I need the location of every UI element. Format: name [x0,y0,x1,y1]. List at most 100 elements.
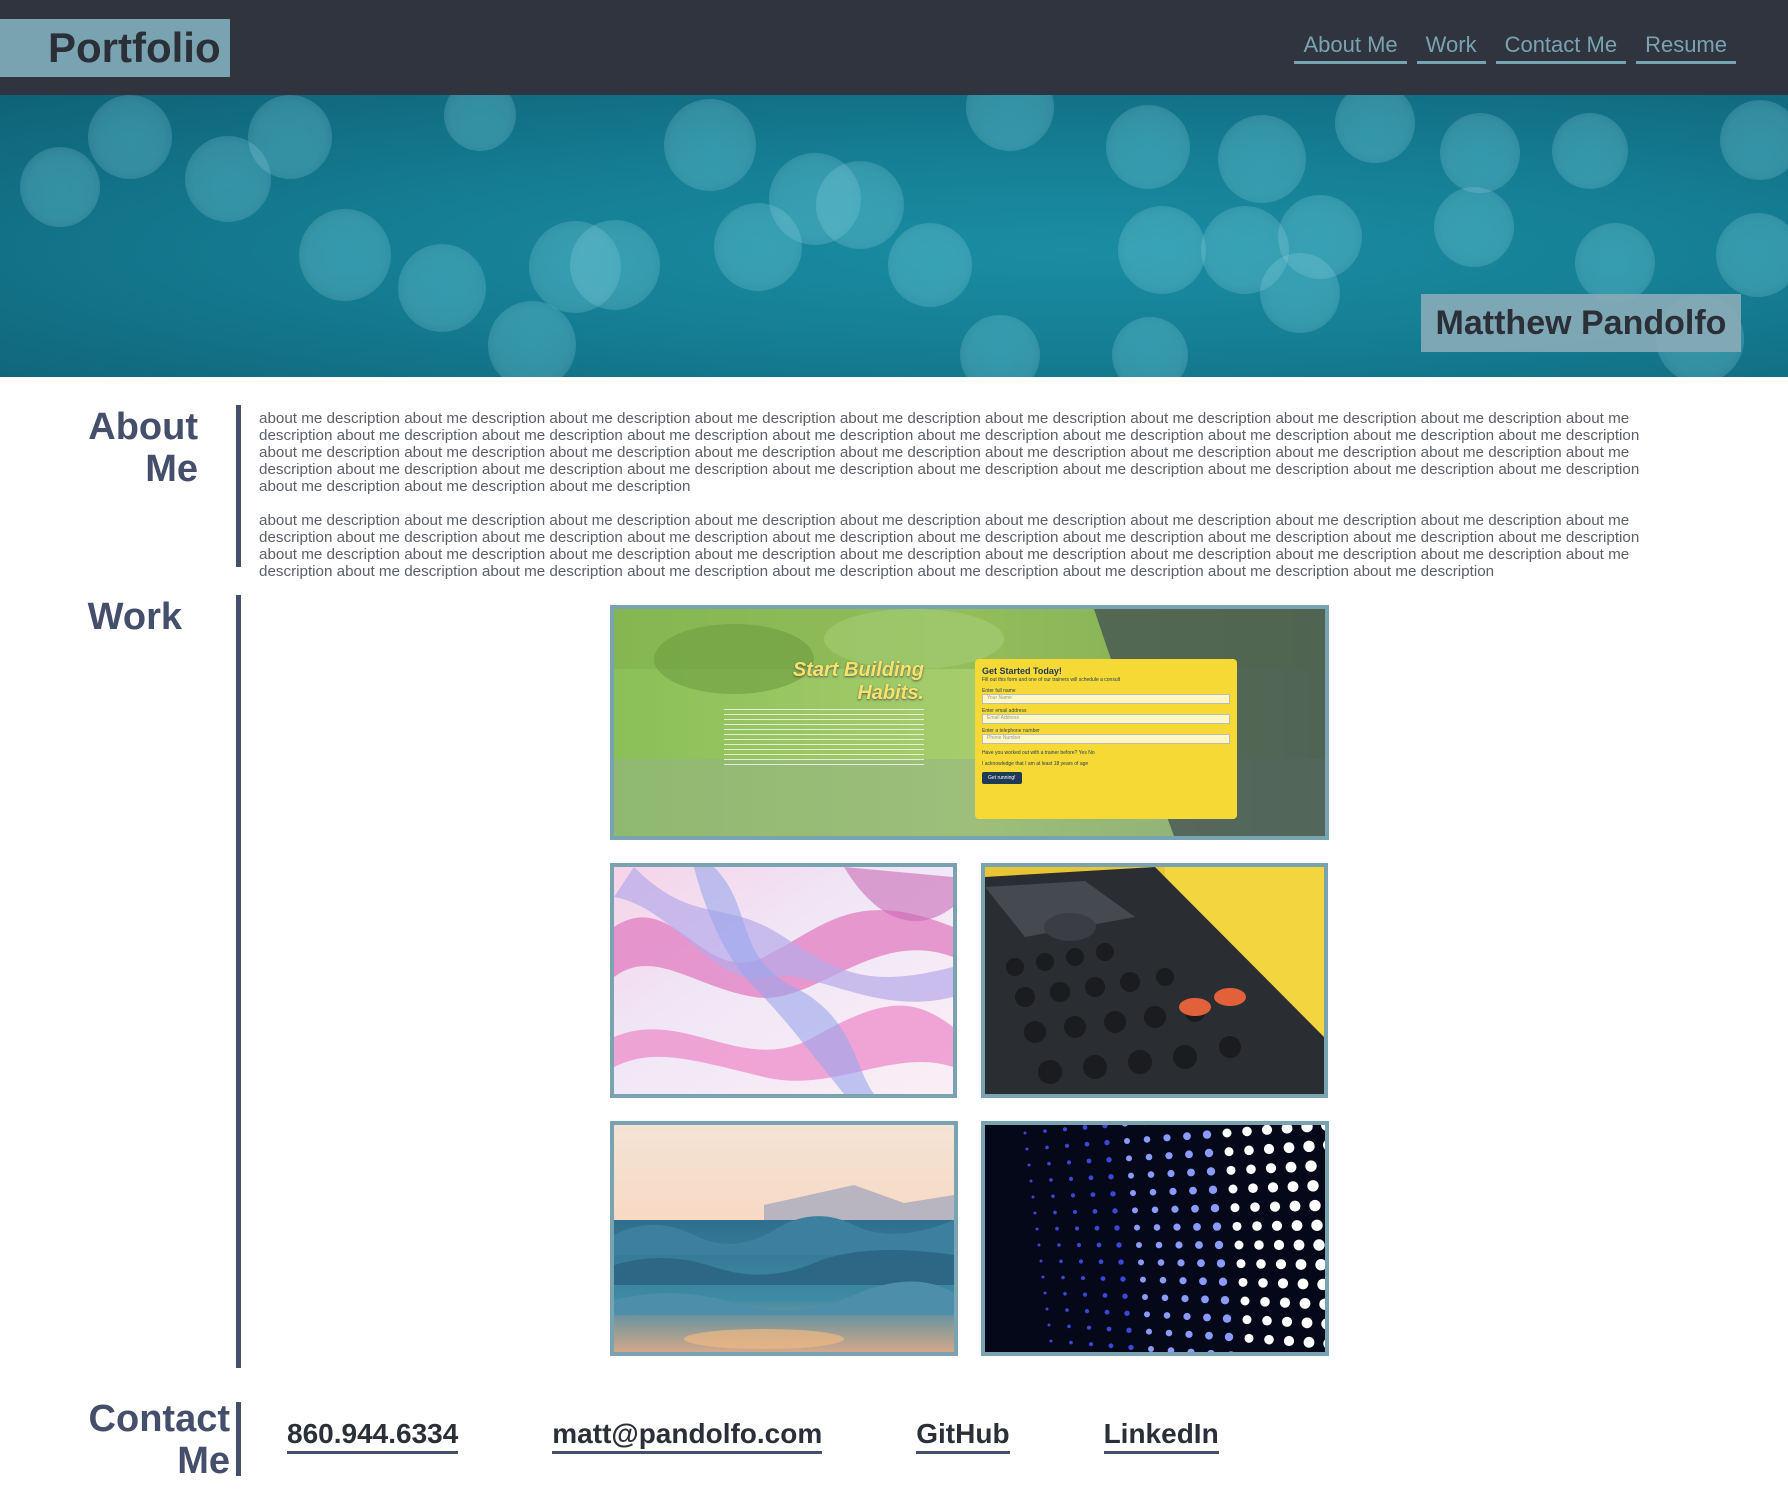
led-dot [1134,1224,1140,1231]
nav-link-contact-me[interactable]: Contact Me [1495,32,1627,64]
led-dot [1120,1276,1126,1282]
led-dot [1303,1140,1315,1153]
led-dot [1066,1160,1072,1165]
nav-link-work[interactable]: Work [1416,32,1486,64]
led-dot [1082,1292,1088,1297]
led-dot [1116,1242,1122,1248]
led-dot [1082,1125,1088,1130]
led-dot [1236,1259,1246,1269]
led-dot [1146,1328,1152,1335]
led-dot [1096,1242,1102,1248]
github-link[interactable]: GitHub [916,1418,1010,1454]
led-dot [1193,1222,1201,1231]
about-divider [236,405,241,567]
trainer-question: Have you worked out with a trainer befor… [982,750,1078,756]
project-thumbnail[interactable] [981,1121,1329,1356]
led-dot [1283,1142,1295,1154]
led-dot [1263,1143,1275,1155]
led-dot [1285,1161,1297,1173]
led-dot [1148,1346,1154,1352]
led-dot [1049,1178,1053,1182]
led-dot [1094,1225,1100,1231]
led-dot [1201,1295,1209,1304]
led-dot [1023,1131,1027,1135]
led-dot [1122,1293,1128,1299]
led-dot [1242,1315,1252,1325]
led-dot [1098,1259,1104,1265]
led-dot [1047,1161,1051,1166]
age-checkbox-label[interactable]: I acknowledge that I am at least 18 year… [982,761,1230,767]
linkedin-link[interactable]: LinkedIn [1103,1418,1219,1454]
featured-project-thumbnail[interactable]: Start Building Habits. Get Started Today… [610,605,1329,840]
led-dot [1195,1241,1203,1249]
led-dot [1277,1278,1289,1289]
led-dot [1181,1295,1189,1303]
led-dot [1155,1241,1163,1249]
led-dot [1173,1223,1181,1231]
submit-button[interactable]: Get running! [982,772,1022,784]
led-dot [1208,1185,1218,1194]
led-dot [1112,1208,1118,1214]
led-dot [1199,1277,1207,1286]
brand-logo[interactable]: Portfolio [0,19,230,77]
project-thumbnail[interactable] [610,1121,958,1356]
led-dot [1204,1148,1214,1158]
email-input[interactable]: Email Address [982,714,1230,724]
phone-link[interactable]: 860.944.6334 [287,1418,459,1454]
led-dot [1214,1240,1224,1250]
led-dot [1295,1259,1307,1270]
led-dot [1025,1147,1029,1151]
led-dot [1126,1327,1132,1334]
led-dot [1142,1294,1148,1300]
radio-yes[interactable]: Yes [1079,750,1087,756]
led-dot [1220,1296,1230,1305]
about-paragraph: about me description about me descriptio… [259,410,1640,495]
led-dot [1301,1317,1313,1329]
led-dot [1063,1292,1067,1296]
led-dot [1124,1310,1130,1316]
led-dot [1222,1128,1232,1138]
radio-no[interactable]: No [1088,750,1094,756]
led-dot [1108,1174,1114,1180]
led-dot [1159,1276,1167,1284]
led-dot [1086,1325,1092,1330]
name-input[interactable]: Your Name [982,694,1230,704]
led-dot [1224,1332,1234,1342]
led-dot [1069,1340,1073,1345]
led-dot [1183,1312,1191,1321]
calculator-image [985,867,1324,1094]
led-dot [1132,1207,1138,1214]
led-dot [1232,1221,1242,1231]
form-title: Get Started Today! [982,666,1062,676]
form-subtitle: Fill out this form and one of our traine… [982,677,1121,683]
led-dot [1163,1134,1171,1142]
led-dot [1309,1199,1321,1212]
led-dot [1191,1204,1199,1213]
led-dot [1185,1150,1193,1159]
led-dot [1031,1195,1035,1199]
nav-link-resume[interactable]: Resume [1636,32,1736,64]
led-dot [1043,1129,1047,1133]
led-dot [1144,1311,1150,1318]
led-dot [1100,1276,1106,1281]
project-thumbnail[interactable] [610,863,957,1098]
contact-links: 860.944.6334 matt@pandolfo.com GitHub Li… [287,1418,1219,1454]
email-link[interactable]: matt@pandolfo.com [552,1418,823,1454]
led-dot [1197,1259,1205,1268]
led-dot [1189,1186,1197,1195]
led-dot [1104,1309,1110,1315]
led-dot [1088,1175,1094,1181]
led-dot [1143,1136,1151,1143]
led-dot [1110,1191,1116,1197]
led-dot [1250,1202,1260,1212]
phone-input[interactable]: Phone Number [982,734,1230,744]
led-dot [1074,1226,1080,1231]
led-dot [1234,1240,1244,1250]
led-dot [1118,1259,1124,1265]
nav-link-about-me[interactable]: About Me [1294,32,1407,64]
signup-form: Get Started Today! Fill out this form an… [982,666,1230,784]
hero-banner: Matthew Pandolfo [0,95,1788,377]
led-dot [1037,1243,1041,1247]
project-thumbnail[interactable] [981,863,1328,1098]
contact-divider [236,1402,241,1476]
